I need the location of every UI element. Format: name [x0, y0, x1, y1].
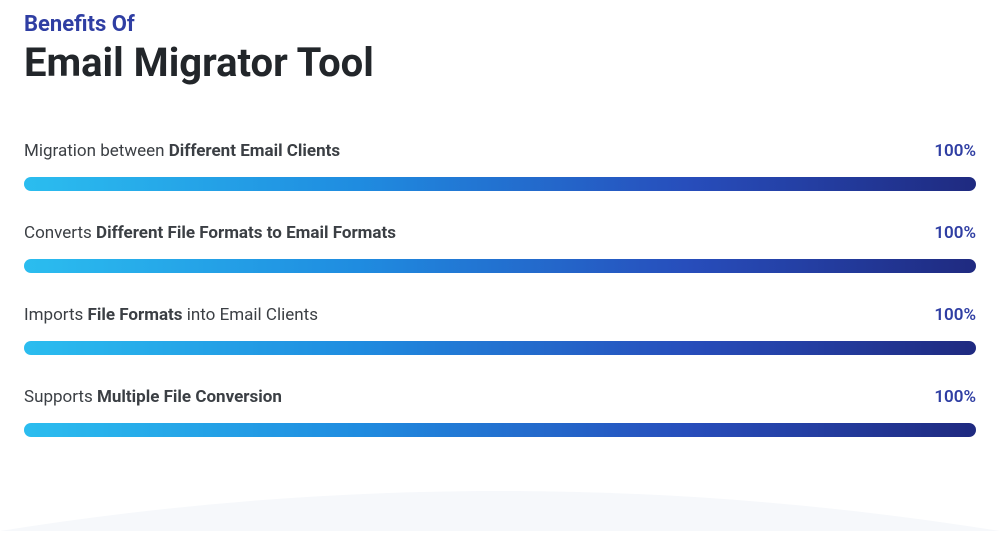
benefit-percent: 100% — [934, 305, 976, 325]
page-title: Email Migrator Tool — [24, 41, 976, 85]
benefit-label-bold: Different File Formats to Email Formats — [96, 223, 396, 243]
benefit-item: Migration between Different Email Client… — [24, 141, 976, 191]
benefit-label-bold: File Formats — [88, 305, 183, 325]
benefit-item: Supports Multiple File Conversion 100% — [24, 387, 976, 437]
benefit-percent: 100% — [934, 387, 976, 407]
progress-bar — [24, 259, 976, 273]
benefit-label-prefix: Supports — [24, 387, 97, 407]
benefit-label-prefix: Imports — [24, 305, 88, 325]
benefit-label: Migration between Different Email Client… — [24, 141, 340, 161]
benefit-label-suffix: into Email Clients — [183, 305, 318, 325]
benefit-percent: 100% — [934, 141, 976, 161]
benefit-label-bold: Different Email Clients — [169, 141, 340, 161]
benefit-label: Imports File Formats into Email Clients — [24, 305, 318, 325]
benefit-percent: 100% — [934, 223, 976, 243]
progress-bar — [24, 177, 976, 191]
footer-curve — [24, 469, 976, 529]
progress-bar — [24, 341, 976, 355]
benefit-label-prefix: Migration between — [24, 141, 169, 161]
benefit-item: Imports File Formats into Email Clients … — [24, 305, 976, 355]
benefit-label-bold: Multiple File Conversion — [97, 387, 282, 407]
benefit-label: Converts Different File Formats to Email… — [24, 223, 396, 243]
benefit-item: Converts Different File Formats to Email… — [24, 223, 976, 273]
benefit-label: Supports Multiple File Conversion — [24, 387, 282, 407]
progress-bar — [24, 423, 976, 437]
benefit-label-prefix: Converts — [24, 223, 96, 243]
section-eyebrow: Benefits Of — [24, 12, 976, 37]
